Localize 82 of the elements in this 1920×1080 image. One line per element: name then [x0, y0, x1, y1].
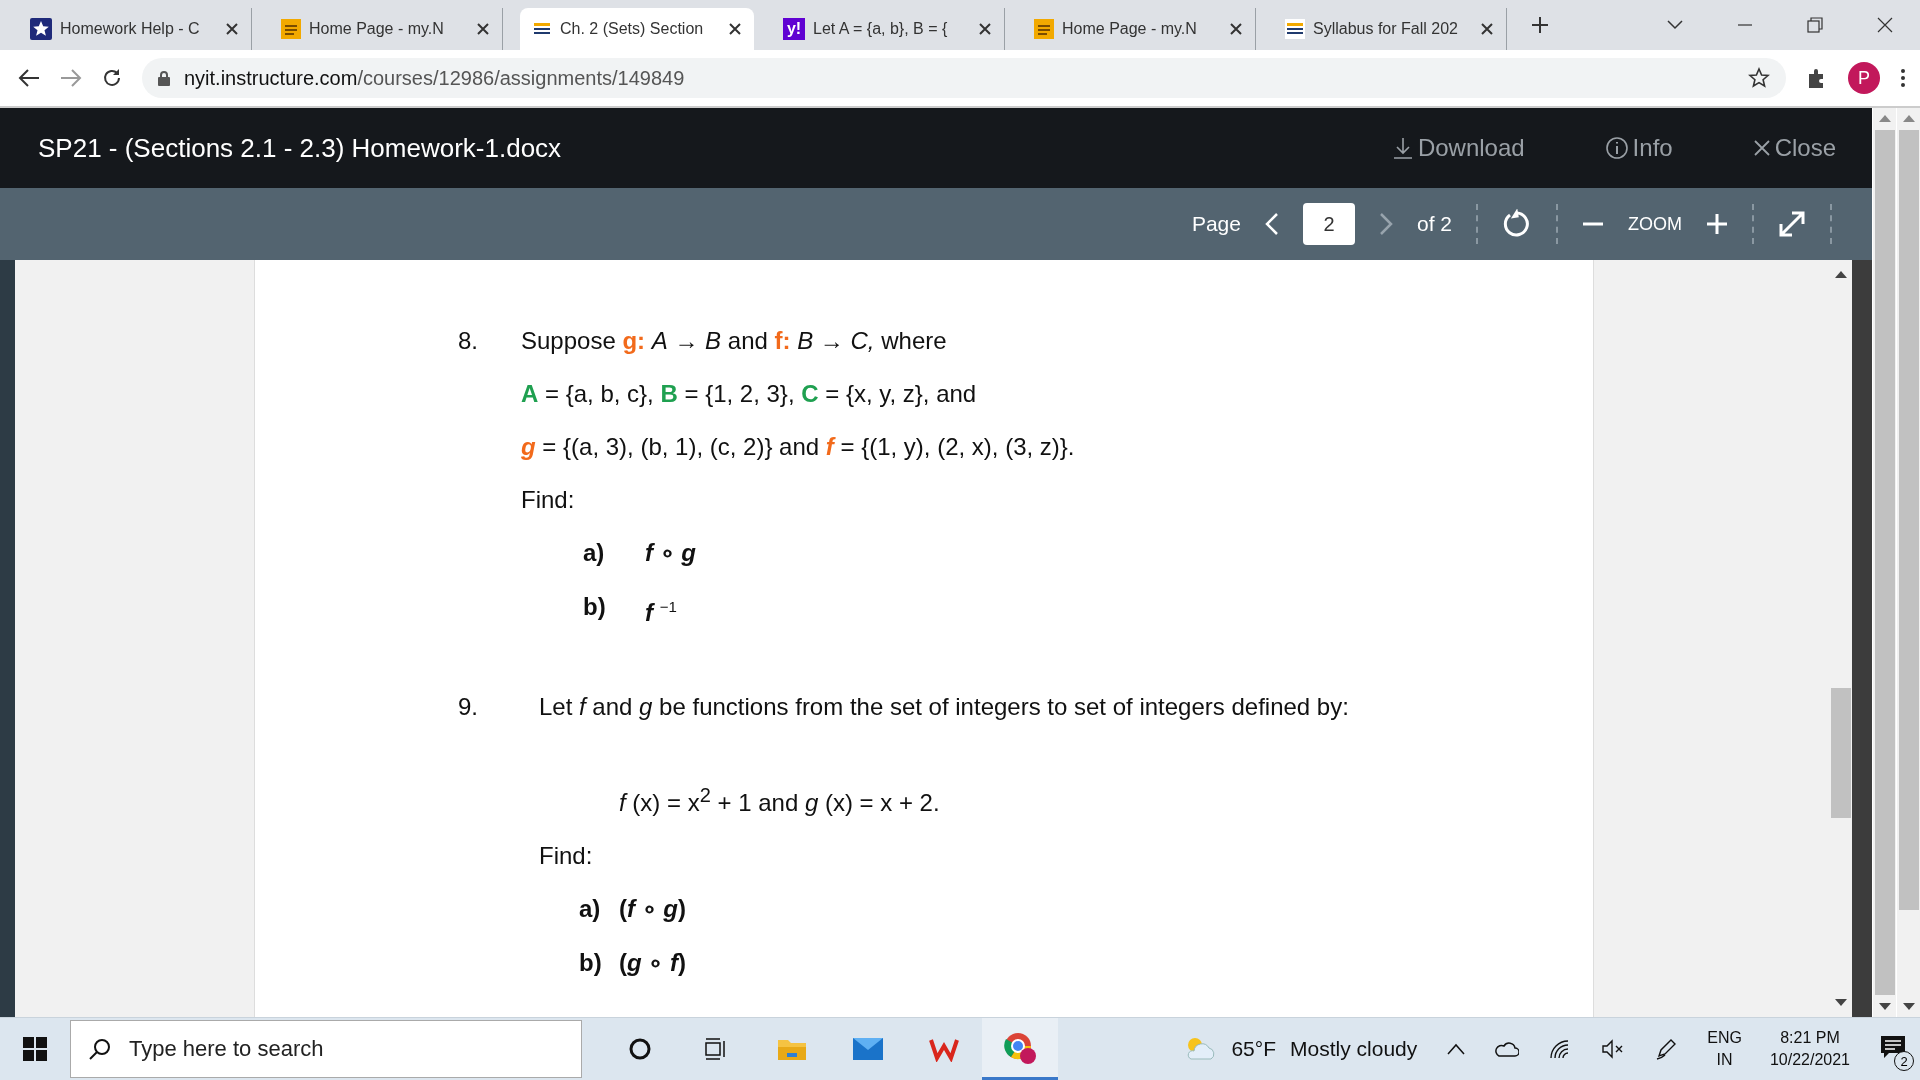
close-icon[interactable]: [225, 22, 239, 36]
tab-title: Home Page - my.N: [309, 20, 445, 38]
tab-title: Syllabus for Fall 202: [1313, 20, 1459, 38]
language-indicator[interactable]: ENG: [1707, 1029, 1742, 1047]
taskbar-search-field[interactable]: Type here to search: [70, 1020, 582, 1078]
close-icon[interactable]: [728, 22, 742, 36]
info-icon: [1604, 136, 1629, 160]
document-title: SP21 - (Sections 2.1 - 2.3) Homework-1.docx: [38, 132, 562, 164]
profile-avatar[interactable]: P: [1848, 62, 1880, 94]
close-icon: [1752, 139, 1771, 157]
math-expression: (f ∘ g): [619, 894, 686, 924]
previous-page-icon[interactable]: [1264, 212, 1279, 236]
page-total: of 2: [1416, 212, 1452, 236]
clock-time[interactable]: 8:21 PM: [1780, 1029, 1840, 1047]
zoom-in-icon[interactable]: [1706, 213, 1728, 235]
question-text: Suppose g: A → B and f: B → C, where: [521, 326, 948, 356]
scrollbar-thumb[interactable]: [1898, 130, 1919, 910]
viewer-info-button[interactable]: Info: [1598, 130, 1679, 166]
close-icon[interactable]: [1229, 22, 1243, 36]
question-number: 9.: [458, 692, 479, 722]
tab-title: Homework Help - C: [60, 20, 201, 38]
clock-date[interactable]: 10/22/2021: [1769, 1051, 1850, 1069]
url-text: nyit.instructure.com/courses/12986/assignments/149849: [184, 66, 685, 90]
logo-icon: [1285, 19, 1305, 39]
close-icon[interactable]: [978, 22, 992, 36]
scrollbar-thumb[interactable]: [1831, 688, 1851, 818]
page-label: Page: [1191, 212, 1241, 236]
math-expression: f ∘ g: [645, 538, 696, 568]
star-outline-icon[interactable]: [1748, 67, 1770, 89]
part-letter: a): [583, 538, 606, 568]
tab-title: Ch. 2 (Sets) Section: [560, 20, 705, 38]
reload-icon[interactable]: [102, 68, 122, 88]
notification-icon[interactable]: [1880, 1035, 1906, 1059]
scrollbar[interactable]: [1896, 108, 1920, 1017]
question-text: Let f and g be functions from the set of integers to set of integers defined by:: [539, 692, 1349, 722]
chevron-up-icon[interactable]: [1447, 1043, 1466, 1055]
definition-text: g = {(a, 3), (b, 1), (c, 2)} and f = {(1, y), (2, x), (3, z)}.: [521, 432, 1075, 462]
page-number-field[interactable]: 2: [1302, 203, 1355, 245]
scrollbar[interactable]: [1872, 108, 1896, 1017]
search-icon: [88, 1037, 112, 1061]
part-letter: a): [579, 894, 602, 924]
part-letter: b): [583, 592, 607, 622]
new-tab-icon[interactable]: [1530, 15, 1550, 35]
cloud-icon[interactable]: [1495, 1041, 1520, 1057]
tab-title: Let A = {a, b}, B = {: [813, 20, 949, 38]
scroll-down-icon[interactable]: [1902, 1003, 1915, 1011]
rotate-icon[interactable]: [1502, 209, 1532, 239]
weather-temperature: 65°F: [1231, 1037, 1277, 1061]
scroll-down-icon[interactable]: [1835, 999, 1847, 1007]
browser-icon[interactable]: [982, 1018, 1058, 1080]
part-letter: b): [579, 948, 603, 978]
find-label: Find:: [539, 841, 594, 871]
back-arrow-icon[interactable]: [18, 69, 40, 87]
logo-icon: y!: [783, 18, 805, 40]
viewer-download-button[interactable]: Download: [1385, 130, 1531, 166]
math-expression: (g ∘ f): [619, 948, 686, 978]
find-label: Find:: [521, 485, 576, 515]
address-field[interactable]: nyit.instructure.com/courses/12986/assignments/149849: [142, 58, 1786, 98]
scroll-down-icon[interactable]: [1878, 1003, 1891, 1011]
notification-badge: 2: [1894, 1051, 1914, 1071]
math-expression: f $^{−1}$: [645, 597, 677, 628]
close-icon[interactable]: [1480, 22, 1494, 36]
question-number: 8.: [458, 326, 479, 356]
pen-icon[interactable]: [1655, 1038, 1678, 1060]
scrollbar-thumb[interactable]: [1874, 130, 1895, 995]
logo-icon: [1034, 19, 1054, 39]
download-icon: [1391, 136, 1414, 160]
weather-text: Mostly cloudy: [1290, 1037, 1418, 1061]
forward-arrow-icon[interactable]: [60, 69, 82, 87]
scroll-up-icon[interactable]: [1835, 270, 1847, 278]
lock-icon: [158, 70, 170, 86]
close-icon[interactable]: [476, 22, 490, 36]
definition-text: f (x) = x$^{2}$ + 1 and g (x) = x + 2.: [619, 783, 941, 818]
viewer-close-button[interactable]: Close: [1746, 130, 1842, 166]
more-icon[interactable]: [1900, 68, 1906, 88]
zoom-label: ZOOM: [1628, 213, 1682, 235]
logo-icon: [281, 19, 301, 39]
expand-icon[interactable]: [1778, 210, 1806, 238]
question-text: A = {a, b, c}, B = {1, 2, 3}, C = {x, y, z}, and: [521, 379, 978, 409]
tab-title: Home Page - my.N: [1062, 20, 1198, 38]
browser-tab[interactable]: Ch. 2 (Sets) Section: [520, 8, 754, 50]
region-indicator[interactable]: IN: [1716, 1051, 1733, 1069]
